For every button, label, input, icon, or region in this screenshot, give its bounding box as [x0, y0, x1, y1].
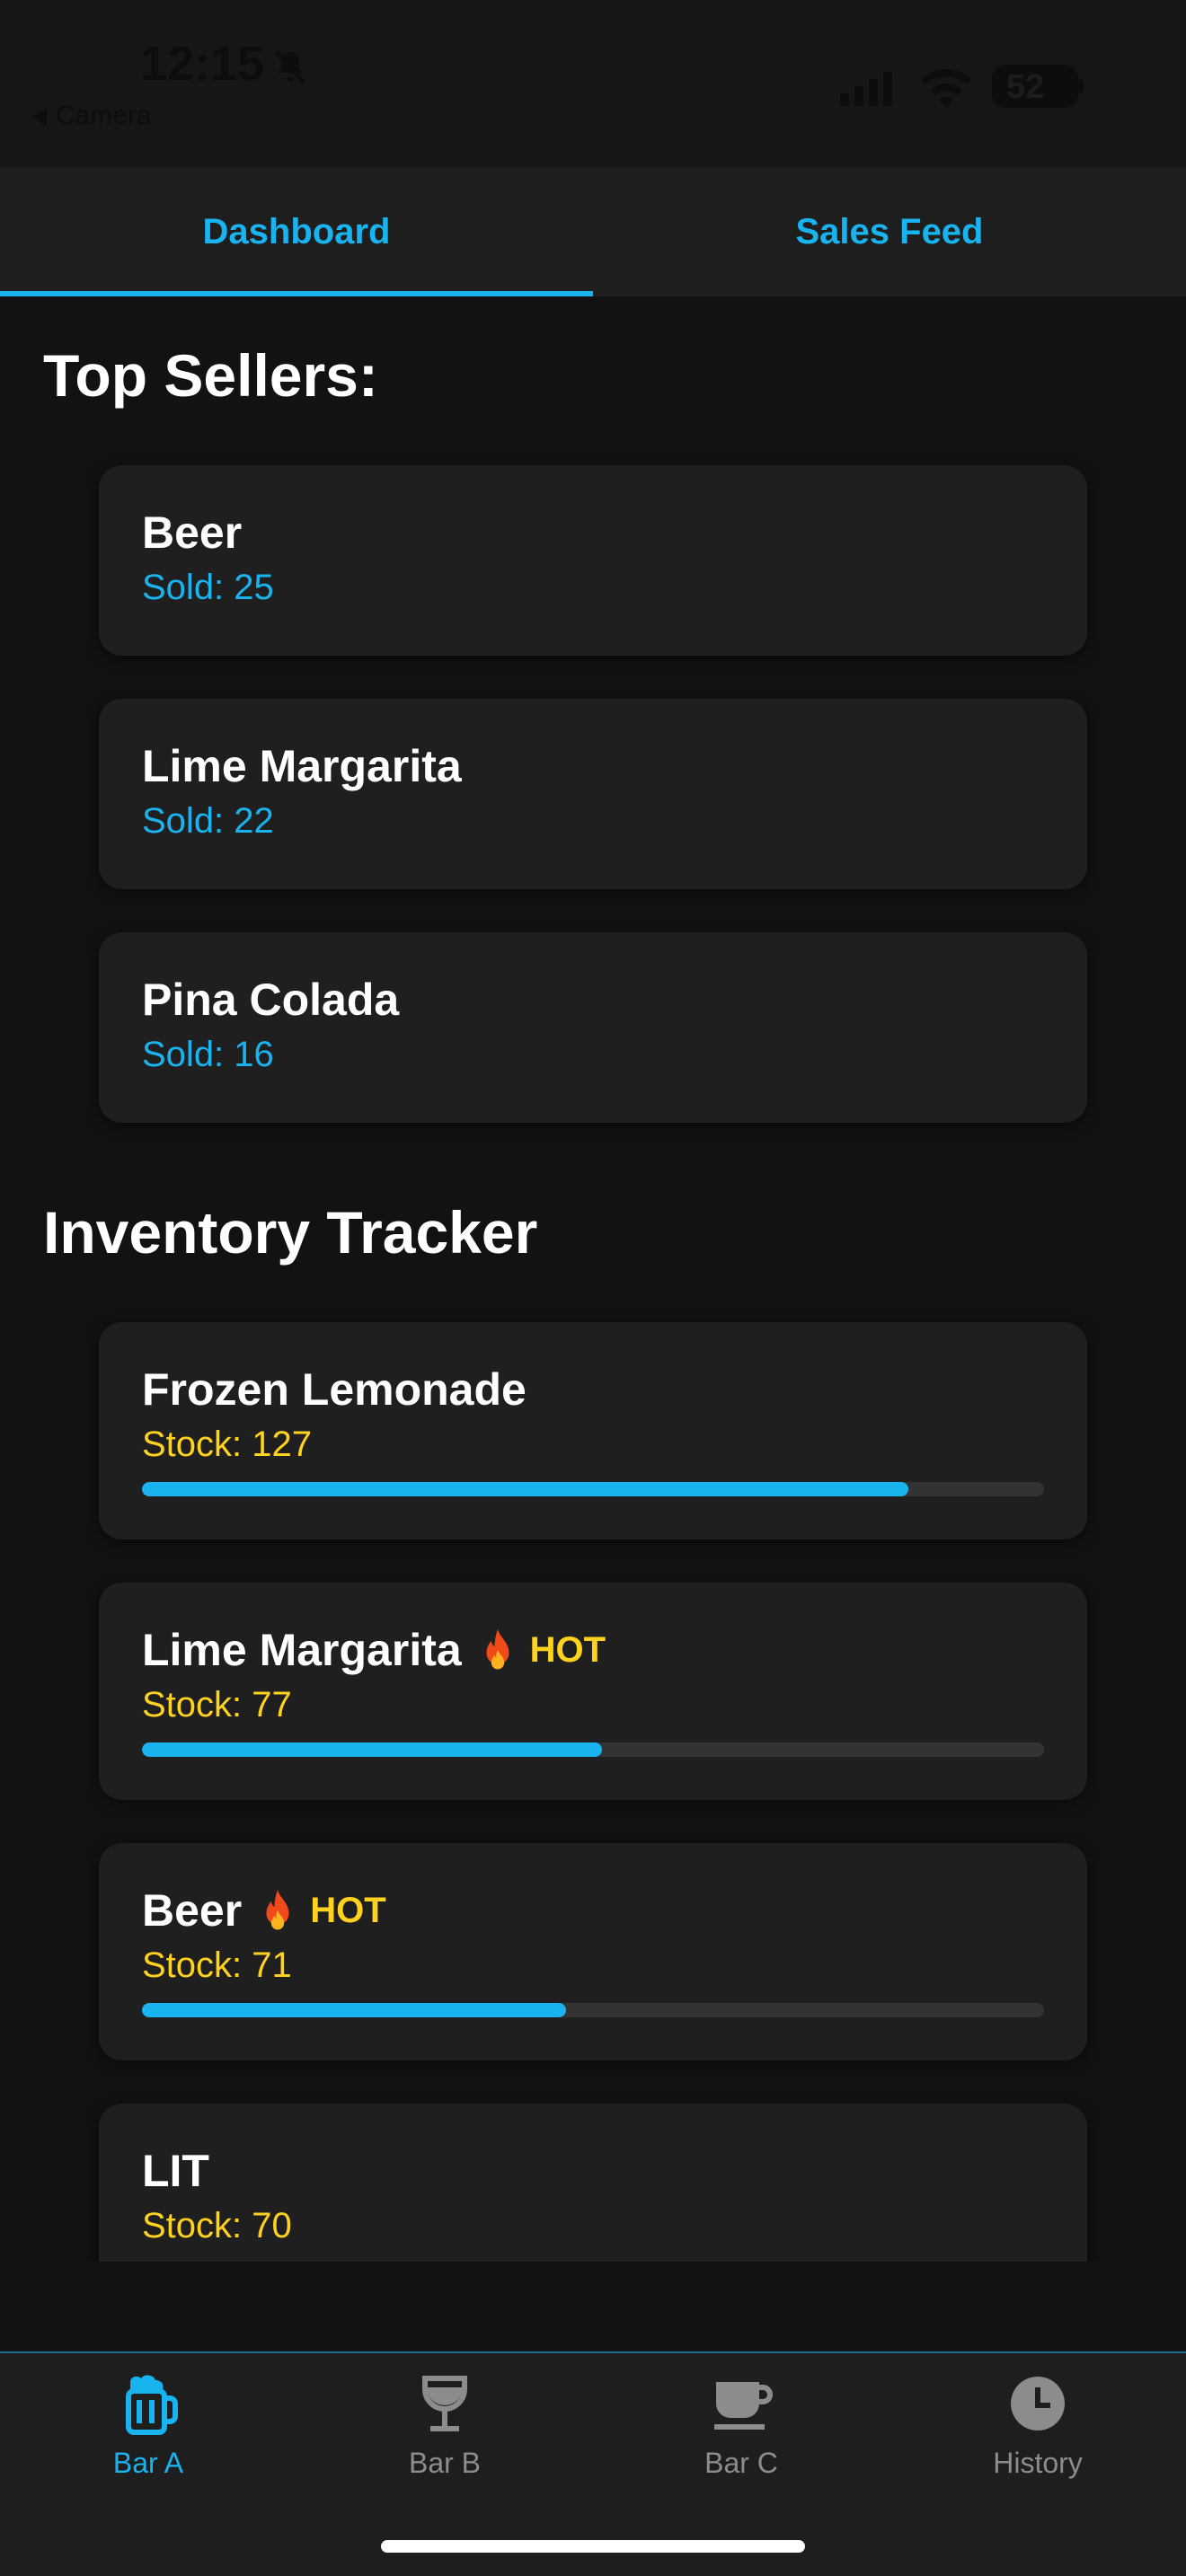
stock-level-fill	[142, 2003, 566, 2017]
status-time: 12:15	[140, 37, 265, 91]
stock-level-bar	[142, 1482, 1044, 1496]
inventory-tracker-title: Inventory Tracker	[43, 1199, 538, 1266]
inventory-card[interactable]: LIT Stock: 70	[99, 2104, 1087, 2262]
top-seller-sold: Sold: 22	[142, 801, 274, 841]
clock-icon	[1011, 2377, 1065, 2430]
top-seller-name: Lime Margarita	[142, 741, 462, 791]
stock-level-bar	[142, 1742, 1044, 1757]
nav-bar-b[interactable]: Bar B	[296, 2371, 593, 2506]
inventory-item-name: Beer HOT	[142, 1884, 386, 1936]
top-seller-card[interactable]: Lime Margarita Sold: 22	[99, 699, 1087, 889]
battery-level: 52	[1006, 68, 1045, 106]
dashboard-content[interactable]: Top Sellers: Beer Sold: 25 Lime Margarit…	[0, 296, 1186, 2262]
beer-mug-icon	[126, 2375, 178, 2435]
wifi-icon	[921, 69, 971, 108]
inventory-card[interactable]: Beer HOT Stock: 71	[99, 1843, 1087, 2060]
inventory-item-label: LIT	[142, 2146, 209, 2196]
inventory-stock: Stock: 77	[142, 1685, 292, 1725]
top-tab-bar: Dashboard Sales Feed	[0, 167, 1186, 296]
top-seller-sold: Sold: 25	[142, 568, 274, 607]
top-seller-name: Pina Colada	[142, 975, 400, 1025]
tab-sales-feed[interactable]: Sales Feed	[593, 167, 1186, 296]
inventory-card[interactable]: Frozen Lemonade Stock: 127	[99, 1322, 1087, 1539]
inventory-stock: Stock: 127	[142, 1425, 313, 1464]
top-seller-card[interactable]: Beer Sold: 25	[99, 465, 1087, 656]
nav-history[interactable]: History	[890, 2371, 1186, 2506]
tab-dashboard[interactable]: Dashboard	[0, 167, 593, 296]
battery-icon: 52	[992, 65, 1078, 108]
nav-label: History	[993, 2447, 1083, 2479]
inventory-item-name: LIT	[142, 2145, 209, 2197]
inventory-item-label: Beer	[142, 1885, 243, 1936]
wine-glass-icon	[422, 2376, 467, 2431]
nav-bar-c[interactable]: Bar C	[593, 2371, 890, 2506]
fire-icon	[266, 1889, 289, 1930]
nav-label: Bar C	[704, 2447, 778, 2479]
cellular-signal-icon	[840, 72, 892, 106]
hot-label: HOT	[529, 1629, 606, 1670]
bell-slash-icon	[274, 50, 306, 84]
hot-badge: HOT	[258, 1888, 386, 1933]
hot-label: HOT	[310, 1890, 386, 1930]
top-sellers-title: Top Sellers:	[43, 342, 378, 409]
inventory-stock: Stock: 70	[142, 2206, 292, 2245]
nav-label: Bar B	[408, 2447, 482, 2479]
inventory-card[interactable]: Lime Margarita HOT Stock: 77	[99, 1583, 1087, 1800]
fire-icon	[486, 1628, 509, 1670]
back-to-app-link[interactable]: Camera	[32, 101, 152, 131]
back-arrow-icon	[32, 108, 47, 127]
status-bar: 12:15 Camera 52	[0, 0, 1186, 167]
hot-badge: HOT	[478, 1628, 606, 1672]
top-seller-sold: Sold: 16	[142, 1035, 274, 1074]
inventory-item-label: Lime Margarita	[142, 1625, 462, 1675]
stock-level-bar	[142, 2003, 1044, 2017]
screen: 12:15 Camera 52 Dashboard Sales Feed Top…	[0, 0, 1186, 2576]
top-seller-name: Beer	[142, 507, 243, 558]
stock-level-fill	[142, 1742, 603, 1757]
inventory-item-name: Frozen Lemonade	[142, 1363, 527, 1416]
nav-bar-a[interactable]: Bar A	[0, 2371, 296, 2506]
inventory-item-label: Frozen Lemonade	[142, 1364, 527, 1415]
top-seller-card[interactable]: Pina Colada Sold: 16	[99, 932, 1087, 1123]
back-app-label: Camera	[56, 101, 152, 130]
inventory-stock: Stock: 71	[142, 1945, 292, 1985]
inventory-item-name: Lime Margarita HOT	[142, 1624, 606, 1676]
battery-cap	[1078, 79, 1084, 93]
stock-level-fill	[142, 1482, 909, 1496]
coffee-cup-icon	[714, 2382, 773, 2430]
nav-label: Bar A	[112, 2447, 184, 2479]
home-indicator[interactable]	[381, 2540, 805, 2553]
